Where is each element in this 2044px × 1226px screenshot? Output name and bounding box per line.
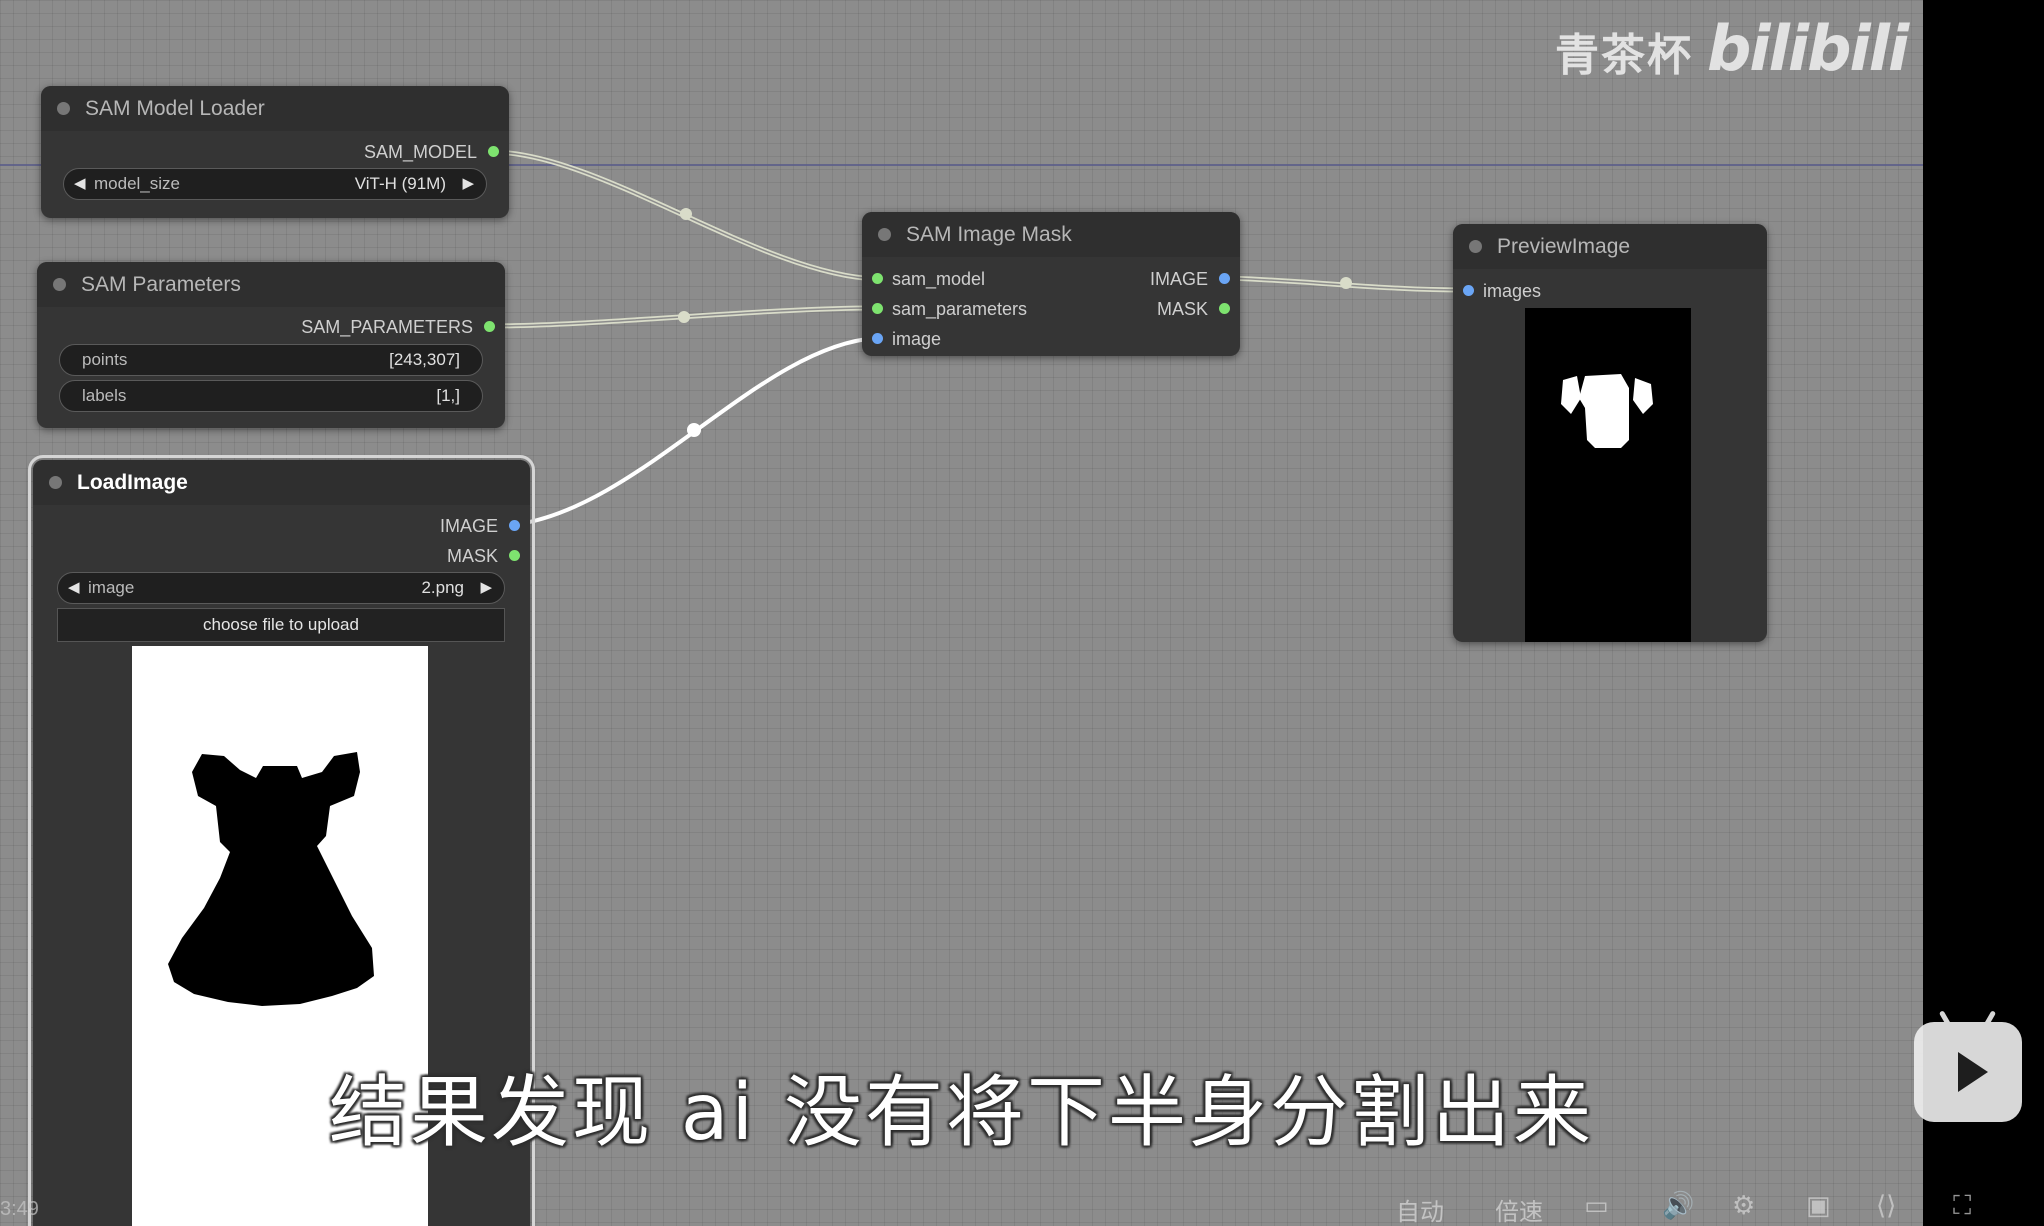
increment-arrow-icon[interactable]: ▶ xyxy=(462,169,474,199)
node-title[interactable]: PreviewImage xyxy=(1453,224,1767,269)
input-pin[interactable] xyxy=(872,333,883,344)
node-sam-model-loader[interactable]: SAM Model Loader SAM_MODEL ◀ model_size … xyxy=(41,86,509,218)
node-title[interactable]: SAM Image Mask xyxy=(862,212,1240,257)
channel-watermark: 青茶杯 bilibili xyxy=(1555,12,1909,85)
decrement-arrow-icon[interactable]: ◀ xyxy=(74,169,86,199)
output-sam-model: SAM_MODEL xyxy=(363,142,477,162)
node-sam-parameters[interactable]: SAM Parameters SAM_PARAMETERS points [24… xyxy=(37,262,505,428)
image-combo[interactable]: ◀ image 2.png ▶ xyxy=(57,572,505,604)
bilibili-logo: bilibili xyxy=(1707,12,1909,85)
auto-quality-button[interactable]: 自动 xyxy=(1396,1192,1444,1226)
node-graph-canvas[interactable]: SAM Model Loader SAM_MODEL ◀ model_size … xyxy=(0,0,1923,1226)
link-sam-model xyxy=(489,149,880,282)
input-pin[interactable] xyxy=(1463,285,1474,296)
link-preview xyxy=(1222,275,1469,293)
output-pin[interactable] xyxy=(509,550,520,561)
output-image: IMAGE xyxy=(439,516,498,536)
link-sam-parameters xyxy=(485,305,880,329)
channel-name: 青茶杯 xyxy=(1555,31,1693,80)
settings-icon[interactable]: ⚙ xyxy=(1732,1190,1755,1221)
bilibili-tv-icon[interactable] xyxy=(1914,1010,2022,1122)
collapse-dot[interactable] xyxy=(49,476,62,489)
widget-value: ViT-H (91M) xyxy=(354,174,446,193)
collapse-dot[interactable] xyxy=(878,228,891,241)
output-image: IMAGE xyxy=(1149,269,1208,289)
points-field[interactable]: points [243,307] xyxy=(59,344,483,376)
link-midpoint xyxy=(1340,277,1352,289)
output-pin[interactable] xyxy=(1219,303,1230,314)
widget-label: points xyxy=(82,350,128,369)
pip-icon[interactable]: ▣ xyxy=(1806,1190,1831,1221)
fullscreen-icon[interactable]: ⛶ xyxy=(1953,1190,1971,1222)
widget-label: labels xyxy=(82,386,127,405)
output-mask: MASK xyxy=(446,546,498,566)
node-preview-image[interactable]: PreviewImage images xyxy=(1453,224,1767,642)
upload-button[interactable]: choose file to upload xyxy=(57,608,505,642)
node-sam-image-mask[interactable]: SAM Image Mask sam_model sam_parameters … xyxy=(862,212,1240,356)
input-images: images xyxy=(1483,281,1542,301)
link-midpoint xyxy=(687,423,701,437)
widget-value: 2.png xyxy=(421,578,464,597)
input-pin[interactable] xyxy=(872,303,883,314)
output-mask: MASK xyxy=(1156,299,1208,319)
mask-preview xyxy=(1525,308,1691,642)
node-title[interactable]: SAM Parameters xyxy=(37,262,505,307)
widescreen-icon[interactable]: ⟨⟩ xyxy=(1876,1190,1896,1221)
input-pin[interactable] xyxy=(872,273,883,284)
input-sam-parameters: sam_parameters xyxy=(892,299,1028,319)
decrement-arrow-icon[interactable]: ◀ xyxy=(68,573,80,603)
output-pin[interactable] xyxy=(488,146,499,157)
output-pin[interactable] xyxy=(1219,273,1230,284)
link-image xyxy=(510,336,879,527)
output-pin[interactable] xyxy=(484,321,495,332)
widget-label: image xyxy=(88,578,135,597)
link-midpoint xyxy=(678,311,690,323)
mask-shape xyxy=(1561,374,1653,448)
play-icon xyxy=(1958,1052,1988,1092)
output-sam-parameters: SAM_PARAMETERS xyxy=(301,317,473,337)
collapse-dot[interactable] xyxy=(1469,240,1482,253)
video-subtitle: 结果发现 ai 没有将下半身分割出来 xyxy=(328,1068,1595,1158)
volume-icon[interactable]: 🔊 xyxy=(1662,1190,1694,1221)
input-image: image xyxy=(892,329,942,349)
timecode: 3:49 xyxy=(0,1198,39,1220)
speed-button[interactable]: 倍速 xyxy=(1495,1192,1543,1226)
input-sam-model: sam_model xyxy=(892,269,986,289)
labels-field[interactable]: labels [1,] xyxy=(59,380,483,412)
collapse-dot[interactable] xyxy=(53,278,66,291)
node-title[interactable]: SAM Model Loader xyxy=(41,86,509,131)
collapse-dot[interactable] xyxy=(57,102,70,115)
increment-arrow-icon[interactable]: ▶ xyxy=(480,573,492,603)
widget-value: [243,307] xyxy=(389,350,460,369)
node-title[interactable]: LoadImage xyxy=(33,460,530,505)
widget-label: model_size xyxy=(94,174,180,193)
output-pin[interactable] xyxy=(509,520,520,531)
link-midpoint xyxy=(680,208,692,220)
widget-value: [1,] xyxy=(436,386,460,405)
danmaku-icon[interactable]: ▭ xyxy=(1584,1190,1609,1221)
model-size-combo[interactable]: ◀ model_size ViT-H (91M) ▶ xyxy=(63,168,487,200)
